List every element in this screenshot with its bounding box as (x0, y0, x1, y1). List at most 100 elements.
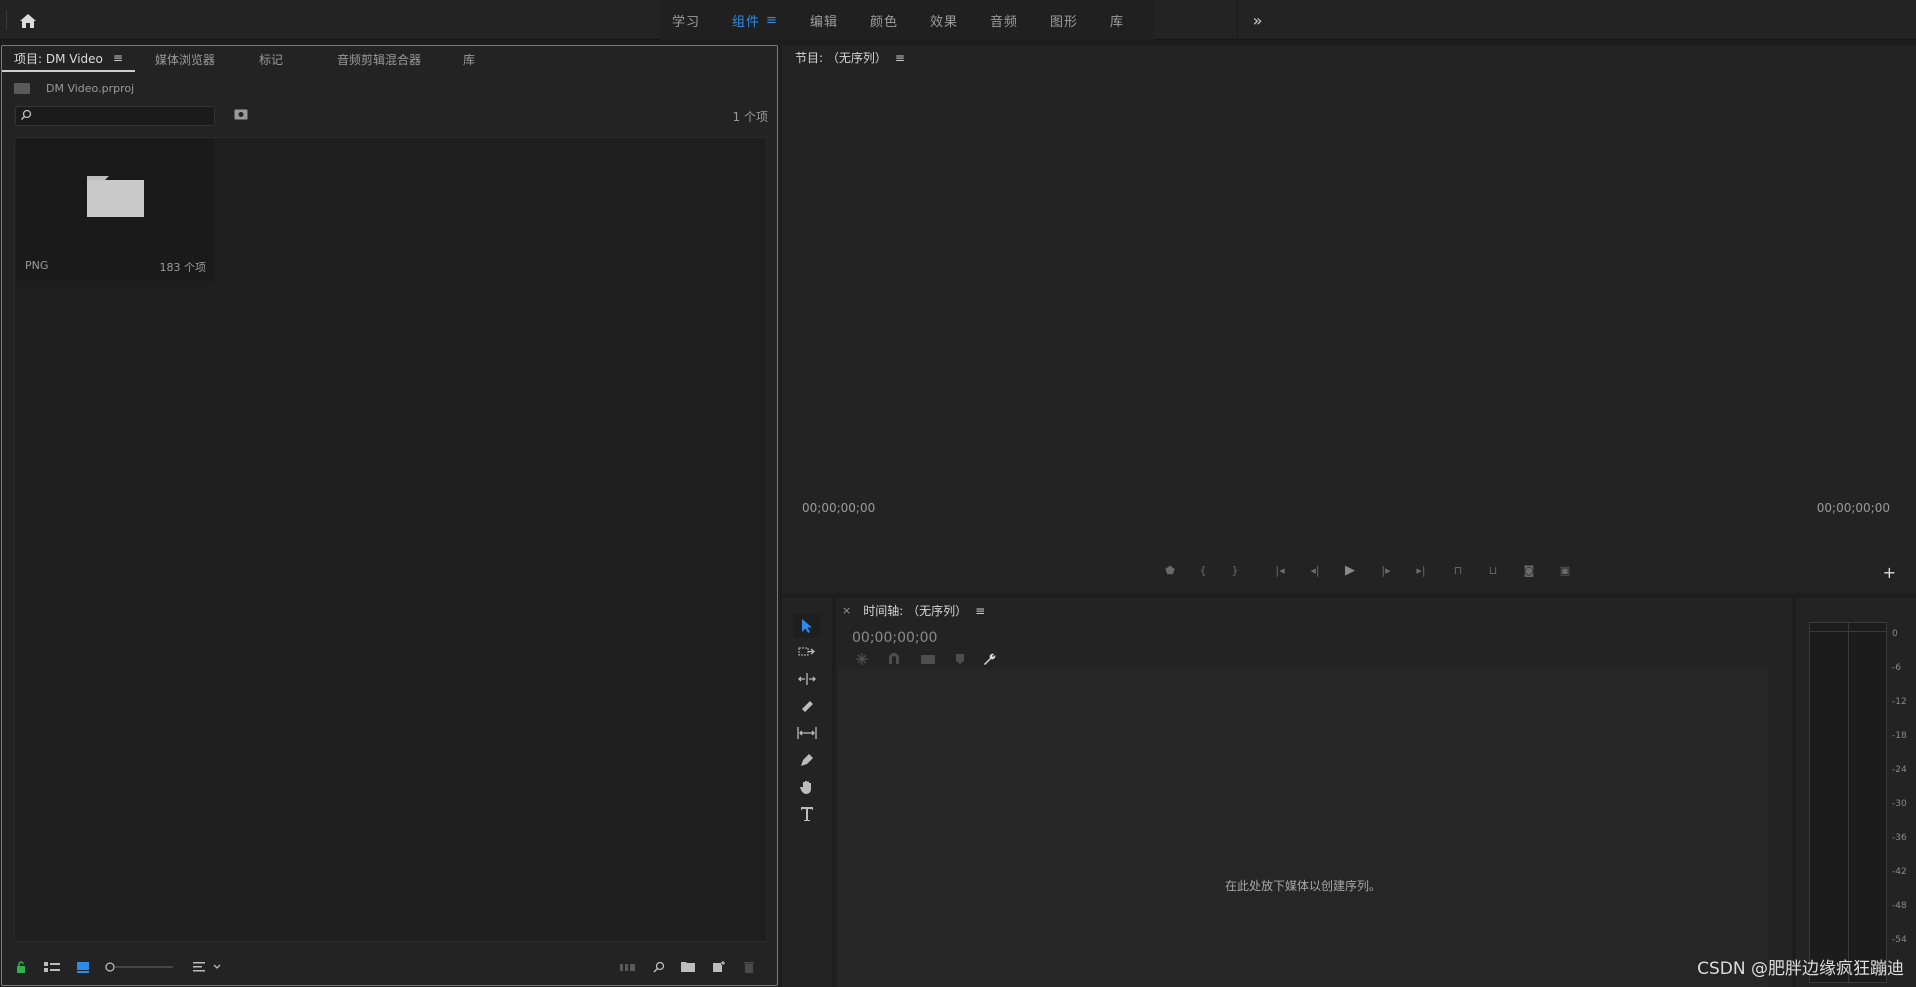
lift-button[interactable]: ⊓ (1450, 563, 1466, 579)
lock-icon[interactable] (16, 961, 26, 973)
timeline-title: 时间轴: （无序列） (863, 604, 968, 618)
program-monitor-title[interactable]: 节目: （无序列） ≡ (795, 49, 905, 66)
home-button[interactable] (14, 8, 42, 34)
tab-markers[interactable]: 标记 (247, 46, 295, 72)
meter-scale-label: -42 (1892, 867, 1907, 877)
pen-icon (801, 754, 813, 766)
step-back-button[interactable]: ◂| (1307, 563, 1323, 579)
meter-scale-label: -48 (1892, 901, 1907, 911)
ripple-edit-tool[interactable] (794, 667, 820, 691)
linked-selection-icon[interactable] (920, 652, 936, 666)
menu-icon[interactable]: ≡ (766, 13, 778, 28)
mark-out-button[interactable]: } (1227, 563, 1243, 579)
find-icon[interactable] (652, 961, 666, 973)
extract-button[interactable]: ⊔ (1485, 563, 1501, 579)
program-title-label: 节目: （无序列） (795, 51, 887, 65)
tab-label: 项目: DM Video (14, 51, 103, 66)
timeline-panel: × 时间轴: （无序列） ≡ 00;00;00;00 在此处放下媒体以创建序列。 (836, 598, 1792, 987)
meter-scale-label: -30 (1892, 799, 1907, 809)
drop-media-message: 在此处放下媒体以创建序列。 (1224, 879, 1381, 893)
project-file-icon (14, 83, 30, 94)
project-file-path: DM Video.prproj (14, 82, 134, 95)
mark-in-button[interactable]: { (1195, 563, 1211, 579)
new-search-bin-icon[interactable] (234, 108, 248, 120)
tab-audio[interactable]: 音频 (978, 0, 1038, 40)
nest-icon[interactable] (854, 652, 870, 666)
list-view-icon[interactable] (44, 961, 60, 973)
tab-audio-clip-mixer[interactable]: 音频剪辑混合器 (325, 46, 433, 72)
hand-icon (800, 781, 811, 794)
step-forward-button[interactable]: |▸ (1378, 563, 1394, 579)
selection-tool[interactable] (794, 614, 820, 638)
more-workspaces-button[interactable]: » (1237, 0, 1277, 40)
item-count: 1 个项 (732, 110, 768, 124)
tab-color[interactable]: 颜色 (858, 0, 918, 40)
tab-assembly[interactable]: 组件 ≡ (720, 0, 798, 40)
add-marker-button[interactable]: ⬟ (1162, 563, 1178, 579)
slip-icon (797, 727, 817, 739)
tab-label: 组件 (732, 14, 761, 30)
trash-icon[interactable] (744, 961, 754, 973)
play-button[interactable]: ▶ (1342, 563, 1358, 579)
tab-editing[interactable]: 编辑 (798, 0, 858, 40)
meter-scale-label: -24 (1892, 765, 1907, 775)
bin-name: PNG (25, 259, 49, 272)
hand-tool[interactable] (794, 775, 820, 799)
timeline-drop-area[interactable]: 在此处放下媒体以创建序列。 (838, 668, 1768, 987)
tab-media-browser[interactable]: 媒体浏览器 (143, 46, 227, 72)
compare-view-button[interactable]: ▣ (1557, 563, 1573, 579)
timeline-tab[interactable]: × 时间轴: （无序列） ≡ (842, 602, 985, 619)
button-editor-plus-icon[interactable]: + (1883, 563, 1896, 582)
project-file-name: DM Video.prproj (46, 82, 135, 95)
new-item-icon[interactable] (713, 961, 725, 973)
tab-effects[interactable]: 效果 (918, 0, 978, 40)
tab-learning[interactable]: 学习 (660, 0, 720, 40)
zoom-slider[interactable] (105, 961, 175, 973)
type-tool[interactable] (794, 802, 820, 826)
project-toolbar (2, 954, 777, 984)
panel-menu-icon[interactable]: ≡ (895, 51, 905, 65)
workspace-tabs: 学习 组件 ≡ 编辑 颜色 效果 音频 图形 库 (660, 0, 1155, 40)
type-icon (801, 807, 813, 821)
icon-view-icon[interactable] (77, 961, 89, 973)
ripple-edit-icon (798, 673, 816, 685)
close-icon[interactable]: × (842, 604, 851, 617)
sort-icon[interactable] (193, 961, 223, 973)
pen-tool[interactable] (794, 748, 820, 772)
bin-thumbnail[interactable]: PNG 183 个项 (16, 139, 214, 281)
bin-item-count: 183 个项 (159, 261, 207, 274)
watermark: CSDN @肥胖边缘疯狂蹦迪 (1697, 959, 1904, 979)
meter-scale-label: -54 (1892, 935, 1907, 945)
slip-tool[interactable] (794, 721, 820, 745)
razor-tool[interactable] (794, 694, 820, 718)
meter-channel-divider (1848, 623, 1849, 982)
snap-magnet-icon[interactable] (887, 652, 901, 666)
tools-panel (782, 598, 832, 987)
timeline-timecode[interactable]: 00;00;00;00 (852, 630, 937, 646)
search-icon (20, 109, 32, 121)
automate-to-sequence-icon[interactable] (620, 961, 636, 973)
meter-scale-label: -6 (1892, 663, 1901, 673)
tab-project[interactable]: 项目: DM Video ≡ (2, 46, 135, 72)
go-to-in-button[interactable]: |◂ (1272, 563, 1288, 579)
tab-graphics[interactable]: 图形 (1038, 0, 1098, 40)
playhead-timecode[interactable]: 00;00;00;00 (802, 501, 875, 515)
tab-libraries[interactable]: 库 (1098, 0, 1144, 40)
export-frame-button[interactable]: ◙ (1521, 563, 1537, 579)
project-browser: PNG 183 个项 (14, 137, 767, 942)
wrench-icon[interactable] (982, 652, 996, 666)
panel-menu-icon[interactable]: ≡ (975, 604, 985, 618)
project-search-input[interactable] (15, 106, 215, 126)
tab-libraries[interactable]: 库 (451, 46, 487, 72)
meter-scale-label: -12 (1892, 697, 1907, 707)
add-marker-icon[interactable] (955, 652, 965, 666)
workspace-bar: 学习 组件 ≡ 编辑 颜色 效果 音频 图形 库 » (0, 0, 1916, 40)
new-bin-icon[interactable] (681, 961, 695, 973)
audio-meter (1809, 622, 1887, 983)
divider (6, 10, 7, 30)
razor-icon (802, 701, 813, 712)
track-select-forward-tool[interactable] (794, 640, 820, 664)
panel-menu-icon[interactable]: ≡ (113, 51, 123, 65)
home-icon (20, 14, 36, 28)
go-to-out-button[interactable]: ▸| (1413, 563, 1429, 579)
